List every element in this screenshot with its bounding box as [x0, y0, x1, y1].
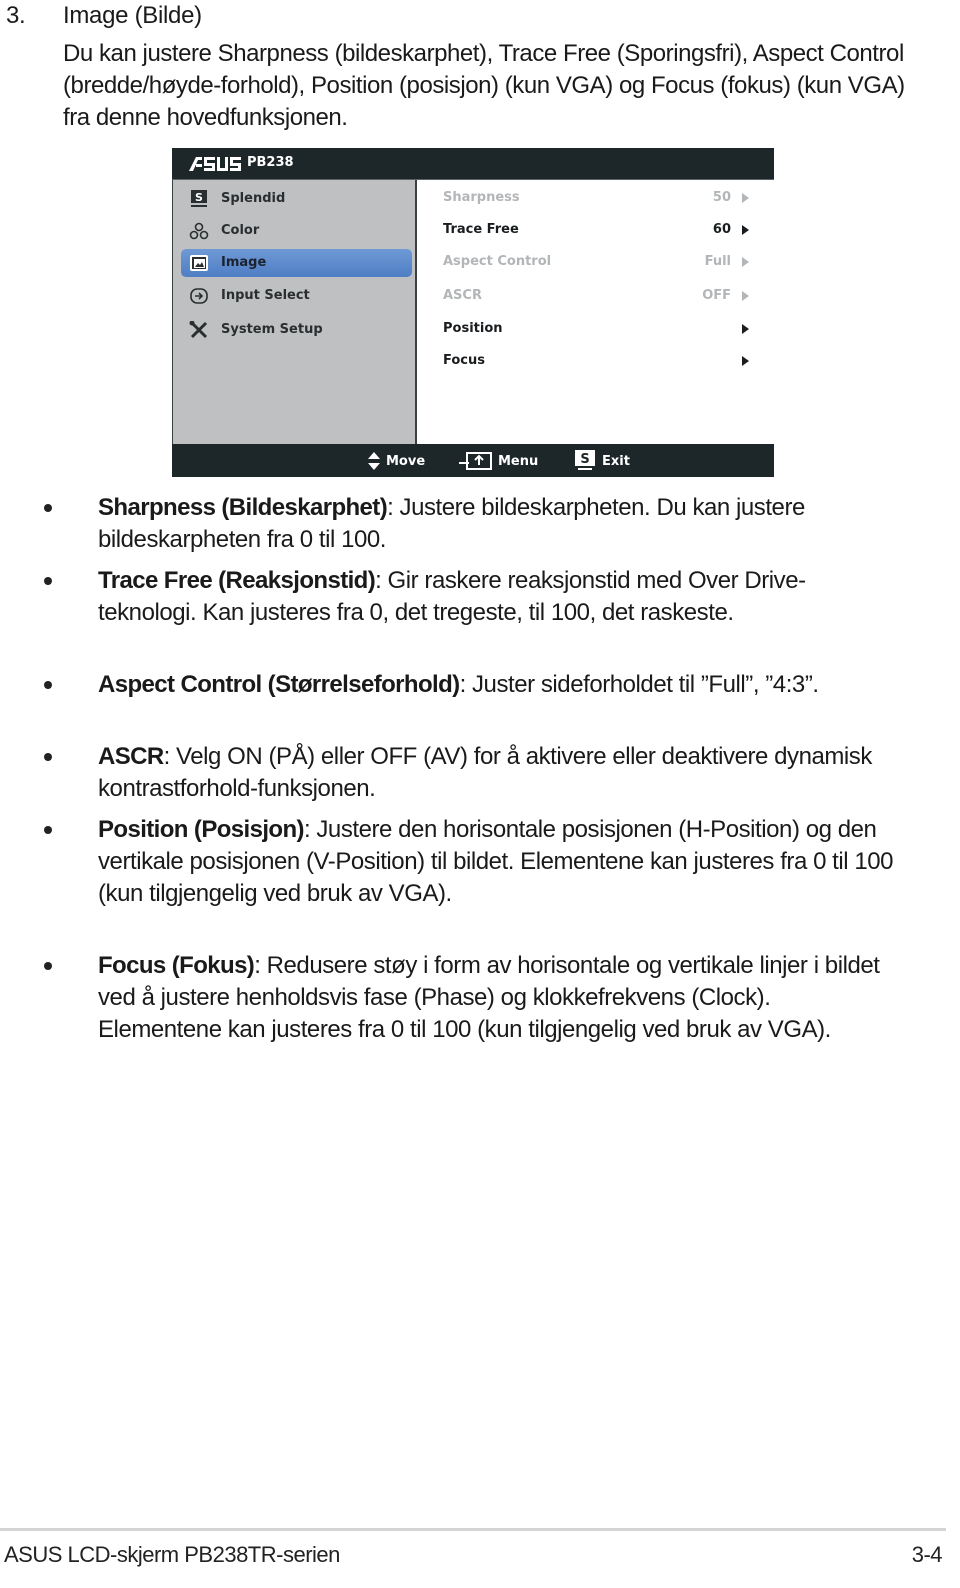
osd-footer-label: Move: [386, 454, 426, 469]
footer-divider: [0, 1528, 946, 1531]
bullet-dot: [44, 504, 52, 512]
osd-main-menu: S Splendid Color Image Input Select Syst…: [172, 180, 417, 444]
item-term: Trace Free (Reaksjonstid): [98, 567, 376, 594]
osd-menu-label: Splendid: [221, 191, 286, 206]
osd-model-name: PB238: [247, 155, 294, 170]
osd-menu-label: Input Select: [221, 288, 310, 303]
osd-option-ascr[interactable]: ASCR OFF: [443, 284, 753, 308]
arrow-right-icon: [742, 324, 749, 334]
color-circles-icon: [189, 222, 209, 240]
osd-option-position[interactable]: Position: [443, 317, 753, 341]
bullet-dot: [44, 962, 52, 970]
osd-menu-label: System Setup: [221, 322, 323, 337]
menu-return-icon: [459, 452, 492, 470]
svg-text:S: S: [580, 452, 589, 467]
footer-page-number: 3-4: [911, 1542, 943, 1567]
osd-footer-label: Exit: [602, 454, 630, 469]
svg-text:S: S: [195, 191, 203, 204]
osd-option-label: ASCR: [443, 288, 482, 303]
osd-option-label: Sharpness: [443, 190, 520, 205]
osd-option-label: Aspect Control: [443, 254, 552, 269]
osd-option-value: OFF: [702, 288, 731, 303]
osd-menu-item-image[interactable]: Image: [181, 249, 412, 277]
bullet-dot: [44, 753, 52, 761]
arrow-right-icon: [742, 193, 749, 203]
image-picture-icon: [190, 255, 208, 271]
osd-option-value: Full: [704, 254, 731, 269]
osd-menu-label: Image: [221, 255, 267, 270]
osd-menu-item-input-select[interactable]: Input Select: [181, 282, 412, 310]
osd-option-sharpness[interactable]: Sharpness 50: [443, 186, 753, 210]
osd-footer-label: Menu: [498, 454, 539, 469]
osd-menu-item-system-setup[interactable]: System Setup: [181, 316, 412, 344]
osd-footer-bar: Move Menu S Exit: [172, 444, 774, 477]
osd-menu-label: Color: [221, 223, 260, 238]
section-number: 3.: [6, 2, 26, 29]
arrow-right-icon: [742, 291, 749, 301]
splendid-s-icon: S: [191, 190, 207, 207]
footer-document-title: ASUS LCD-skjerm PB238TR-serien: [4, 1542, 340, 1567]
input-select-icon: [190, 288, 208, 304]
up-down-arrows-icon: [368, 452, 380, 470]
osd-title-bar: PB238: [172, 148, 774, 180]
wrench-screwdriver-icon: [189, 321, 208, 339]
bullet-dot: [44, 577, 52, 585]
osd-option-focus[interactable]: Focus: [443, 349, 753, 373]
item-term: Position (Posisjon): [98, 816, 305, 843]
osd-option-trace-free[interactable]: Trace Free 60: [443, 218, 753, 242]
item-description: : Velg ON (PÅ) eller OFF (AV) for å akti…: [98, 743, 872, 802]
bullet-dot: [44, 681, 52, 689]
arrow-right-icon: [742, 225, 749, 235]
osd-option-label: Trace Free: [443, 222, 519, 237]
exit-s-icon: S: [575, 450, 595, 470]
item-term: Sharpness (Bildeskarphet): [98, 494, 388, 521]
osd-option-value: 50: [712, 190, 731, 205]
osd-option-label: Position: [443, 321, 503, 336]
osd-option-aspect-control[interactable]: Aspect Control Full: [443, 250, 753, 274]
arrow-right-icon: [742, 257, 749, 267]
osd-menu-item-splendid[interactable]: S Splendid: [181, 185, 412, 213]
section-intro: Du kan justere Sharpness (bildeskarphet)…: [63, 40, 905, 131]
section-heading: 3. Image (Bilde): [6, 2, 202, 30]
item-description: : Juster sideforholdet til ”Full”, ”4:3”…: [459, 671, 819, 698]
osd-option-value: 60: [712, 222, 731, 237]
arrow-right-icon: [742, 356, 749, 366]
bullet-dot: [44, 826, 52, 834]
item-term: Aspect Control (Størrelseforhold): [98, 671, 460, 698]
item-term: ASCR: [98, 743, 164, 770]
osd-menu-illustration: PB238 S Splendid Color Image Input Selec…: [172, 148, 774, 477]
asus-logo-icon: [189, 157, 241, 171]
item-term: Focus (Fokus): [98, 952, 255, 979]
osd-option-label: Focus: [443, 353, 485, 368]
section-title: Image (Bilde): [63, 2, 202, 29]
osd-menu-item-color[interactable]: Color: [181, 217, 412, 245]
osd-submenu: Sharpness 50 Trace Free 60 Aspect Contro…: [417, 180, 774, 444]
